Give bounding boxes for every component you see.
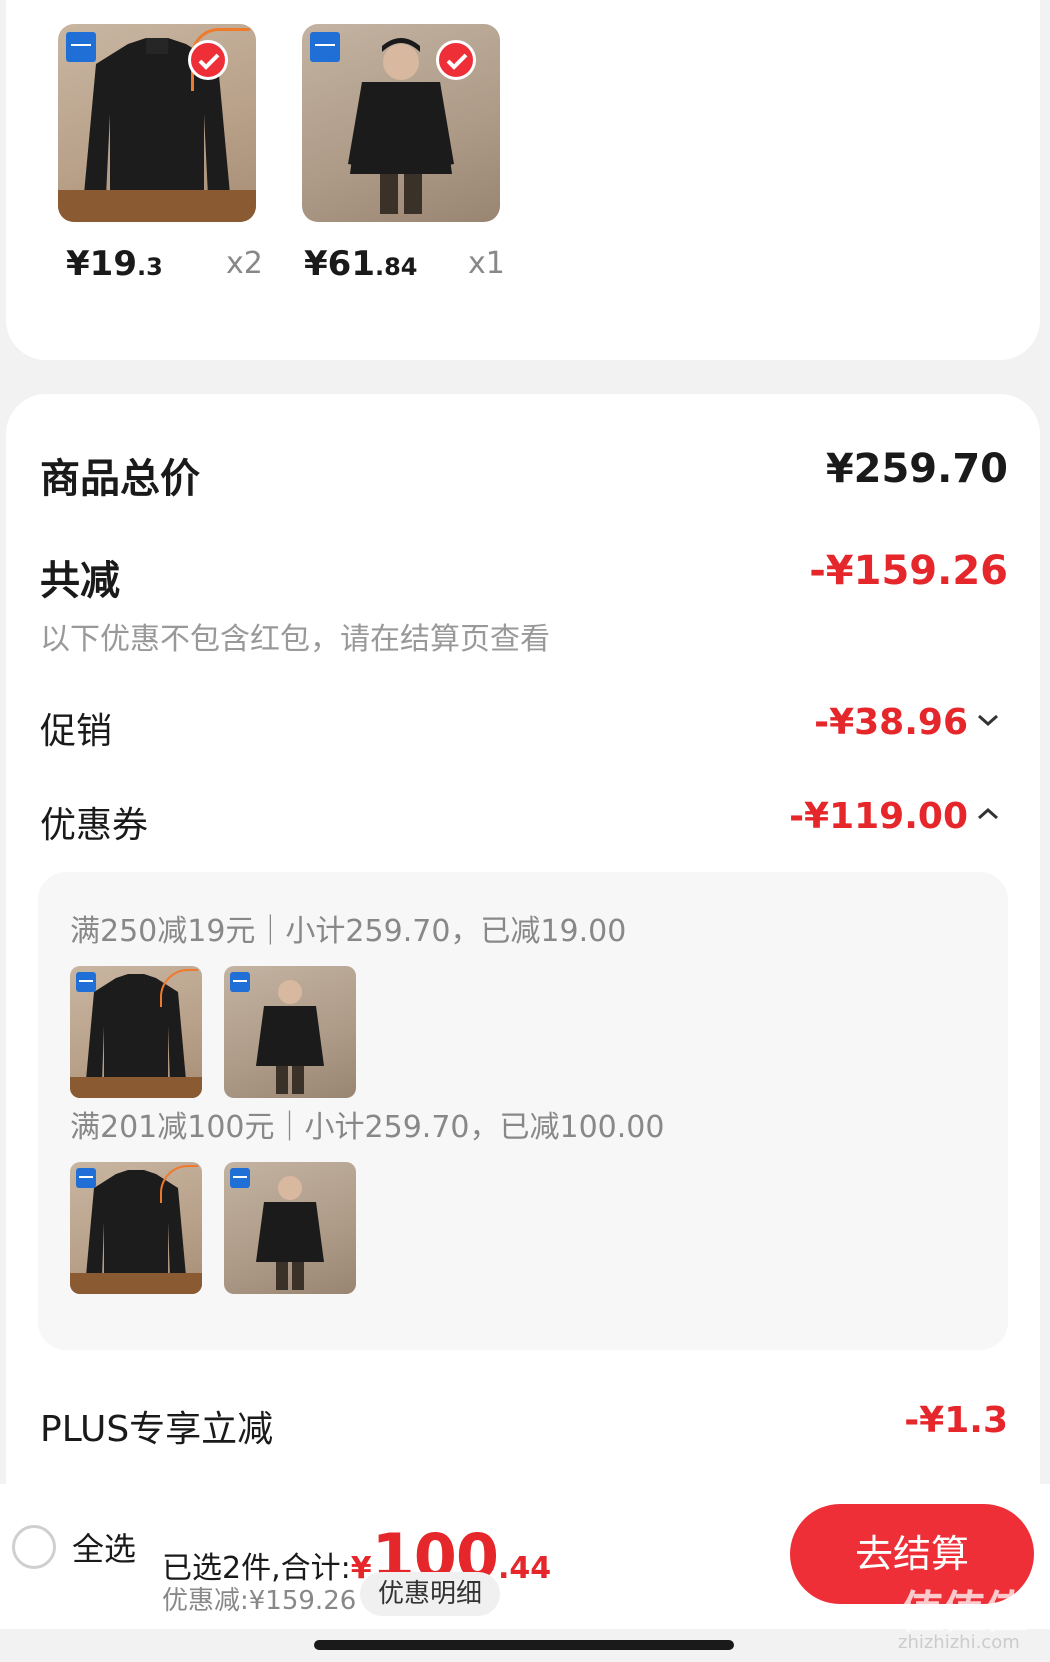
select-all-label[interactable]: 全选 bbox=[72, 1524, 136, 1570]
home-indicator[interactable] bbox=[314, 1640, 734, 1650]
selected-items-card: ¥19.3 x2 ¥61.84 x1 bbox=[6, 0, 1040, 360]
coupon-rule-text: 满201减100元｜小计259.70，已减100.00 bbox=[70, 1110, 665, 1145]
coupon-value[interactable]: -¥119.00 bbox=[789, 796, 968, 837]
item-price: ¥19.3 bbox=[66, 244, 163, 284]
reduction-note: 以下优惠不包含红包，请在结算页查看 bbox=[40, 622, 550, 657]
item-price: ¥61.84 bbox=[304, 244, 418, 284]
chevron-down-icon[interactable] bbox=[976, 712, 1000, 732]
stool-decor bbox=[70, 1272, 202, 1294]
coupon-label: 优惠券 bbox=[40, 805, 149, 846]
discount-summary: 优惠减:¥159.26 bbox=[162, 1586, 357, 1616]
brand-logo-icon bbox=[76, 972, 96, 992]
brand-logo-icon bbox=[230, 1168, 250, 1188]
promo-label: 促销 bbox=[40, 711, 113, 752]
coupon-thumbnail-sweater bbox=[70, 1162, 202, 1294]
product-thumbnail-coat[interactable] bbox=[302, 24, 500, 222]
promo-value[interactable]: -¥38.96 bbox=[814, 702, 968, 743]
brand-logo-icon bbox=[66, 32, 96, 62]
stool-decor bbox=[58, 190, 256, 222]
discount-detail-button[interactable]: 优惠明细 bbox=[360, 1572, 500, 1616]
brand-logo-icon bbox=[310, 32, 340, 62]
total-price-value: ¥259.70 bbox=[825, 446, 1008, 492]
coupon-rule-text: 满250减19元｜小计259.70，已减19.00 bbox=[70, 914, 627, 949]
watermark-url: zhizhizhi.com bbox=[898, 1632, 1020, 1653]
brand-logo-icon bbox=[76, 1168, 96, 1188]
reduction-value: -¥159.26 bbox=[809, 548, 1008, 594]
product-thumbnail-sweater[interactable] bbox=[58, 24, 256, 222]
select-all-radio[interactable] bbox=[12, 1525, 56, 1569]
check-icon[interactable] bbox=[436, 40, 476, 80]
watermark-logo: 值值值 bbox=[900, 1587, 1028, 1638]
check-icon[interactable] bbox=[188, 40, 228, 80]
chevron-up-icon[interactable] bbox=[976, 806, 1000, 826]
item-quantity: x1 bbox=[468, 246, 505, 281]
coupon-thumbnail-coat bbox=[224, 1162, 356, 1294]
plus-discount-value: -¥1.3 bbox=[904, 1400, 1008, 1441]
coupon-thumbnail-coat bbox=[224, 966, 356, 1098]
plus-discount-label: PLUS专享立减 bbox=[40, 1409, 274, 1450]
total-decimal: .44 bbox=[498, 1551, 552, 1586]
coupon-thumbnail-sweater bbox=[70, 966, 202, 1098]
item-quantity: x2 bbox=[226, 246, 263, 281]
total-price-label: 商品总价 bbox=[40, 456, 200, 502]
brand-logo-icon bbox=[230, 972, 250, 992]
coupon-detail-panel: 满250减19元｜小计259.70，已减19.00 满201减100元｜小计25… bbox=[38, 872, 1008, 1350]
stool-decor bbox=[70, 1076, 202, 1098]
checkout-bar: 全选 已选2件,合计:¥100.44 优惠减:¥159.26 优惠明细 去结算 bbox=[0, 1484, 1050, 1629]
reduction-label: 共减 bbox=[40, 558, 120, 604]
